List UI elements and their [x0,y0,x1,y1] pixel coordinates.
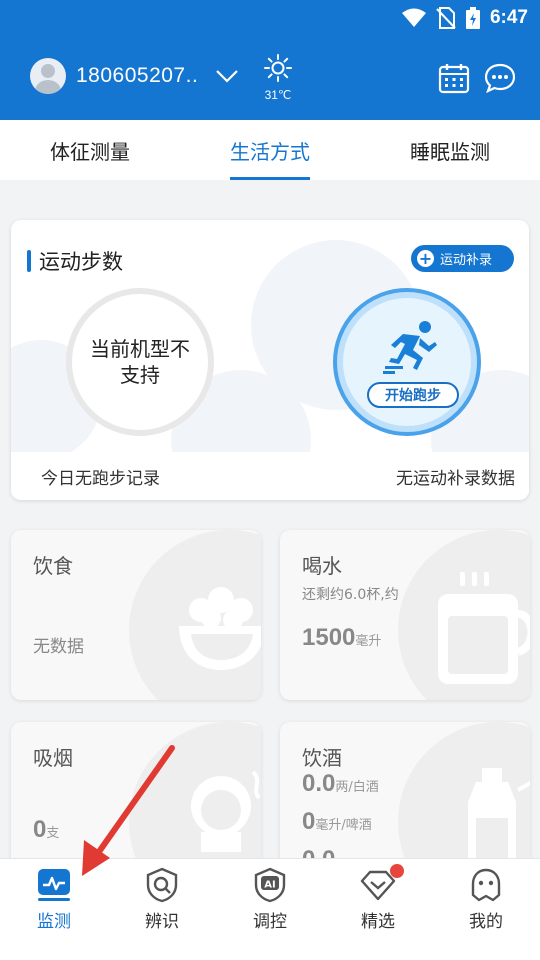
status-time: 6:47 [489,7,528,28]
nav-profile[interactable]: 我的 [432,859,540,960]
temperature-label: 31℃ [264,88,292,102]
svg-text:AI: AI [264,880,275,891]
liquor-row: 0.0两/白酒 [302,770,379,798]
account-switcher[interactable]: 180605207.. [30,58,240,94]
water-unit: 毫升 [355,634,382,649]
message-icon[interactable] [484,62,516,94]
identify-icon [146,867,178,903]
beer-amount: 0 [302,808,316,835]
app-root: 6:47 180605207.. 31℃ 体征测量 生活方式 睡眠监测 运动步数… [0,0,540,960]
wifi-icon [401,8,426,27]
weather-widget[interactable]: 31℃ [258,54,298,102]
smoking-unit: 支 [46,826,60,841]
nav-control-label: 调控 [253,912,287,932]
plus-icon: + [417,248,434,268]
nav-control[interactable]: AI 调控 [216,859,324,960]
header-bar: 6:47 180605207.. 31℃ [0,0,540,120]
battery-icon [465,7,480,29]
sun-icon [264,54,292,82]
smoking-title: 吸烟 [33,746,73,770]
start-run-button[interactable]: 开始跑步 [333,288,481,436]
avatar [30,58,66,94]
beer-unit: 毫升/啤酒 [315,818,372,833]
ai-control-icon: AI [254,867,286,903]
run-record-status: 今日无跑步记录 [41,469,160,489]
runner-icon [383,321,437,374]
nav-featured-label: 精选 [361,912,395,932]
cup-icon [438,572,530,684]
liquor-unit: 两/白酒 [335,780,379,795]
liquor-amount: 0.0 [302,770,336,797]
steps-ring-text: 当前机型不支持 [90,337,190,387]
notification-badge [390,864,404,878]
supplement-record-status: 无运动补录数据 [396,469,515,489]
exercise-supplement-button[interactable]: + 运动补录 [411,245,514,272]
nav-featured[interactable]: 精选 [324,859,432,960]
tab-lifestyle[interactable]: 生活方式 [180,120,360,180]
chevron-down-icon [216,70,239,83]
beer-row: 0毫升/啤酒 [302,808,372,836]
category-tabs: 体征测量 生活方式 睡眠监测 [0,120,540,180]
water-title: 喝水 [302,554,342,578]
tab-vitals[interactable]: 体征测量 [0,120,180,180]
calendar-icon[interactable] [438,62,470,94]
diet-value: 无数据 [33,637,84,657]
title-accent-bar [27,250,31,272]
nav-monitor-label: 监测 [37,912,71,932]
account-name: 180605207.. [76,64,199,87]
steps-title-text: 运动步数 [39,250,123,274]
drinking-title: 饮酒 [302,746,342,770]
steps-ring: 当前机型不支持 [66,288,214,436]
water-remaining: 还剩约6.0杯,约 [302,587,399,603]
smoking-amount: 0 [33,816,47,843]
water-amount: 1500 [302,624,356,651]
steps-title: 运动步数 [27,246,123,276]
status-bar: 6:47 [401,6,528,30]
bottom-nav: 监测 辨识 AI 调控 精选 我的 [0,858,540,960]
smoking-amount-row: 0支 [33,816,59,844]
smoker-icon [191,770,261,852]
nav-identify-label: 辨识 [145,912,179,932]
monitor-icon [38,869,70,901]
rice-bowl-icon [179,587,261,670]
nav-identify[interactable]: 辨识 [108,859,216,960]
profile-icon [471,868,501,902]
water-amount-row: 1500毫升 [302,624,381,652]
diet-title: 饮食 [33,554,73,578]
water-card[interactable]: 喝水 还剩约6.0杯,约 1500毫升 [280,530,530,700]
nav-profile-label: 我的 [469,912,503,932]
start-run-label: 开始跑步 [367,382,459,408]
nav-monitor[interactable]: 监测 [0,859,108,960]
tab-sleep[interactable]: 睡眠监测 [360,120,540,180]
start-run-inner: 开始跑步 [343,298,471,426]
no-sim-icon [436,7,456,29]
diet-card[interactable]: 饮食 无数据 [11,530,261,700]
steps-card: 运动步数 + 运动补录 当前机型不支持 开始跑步 今日无跑步记录 无运动补录数据 [11,220,529,500]
exercise-supplement-label: 运动补录 [440,253,493,268]
